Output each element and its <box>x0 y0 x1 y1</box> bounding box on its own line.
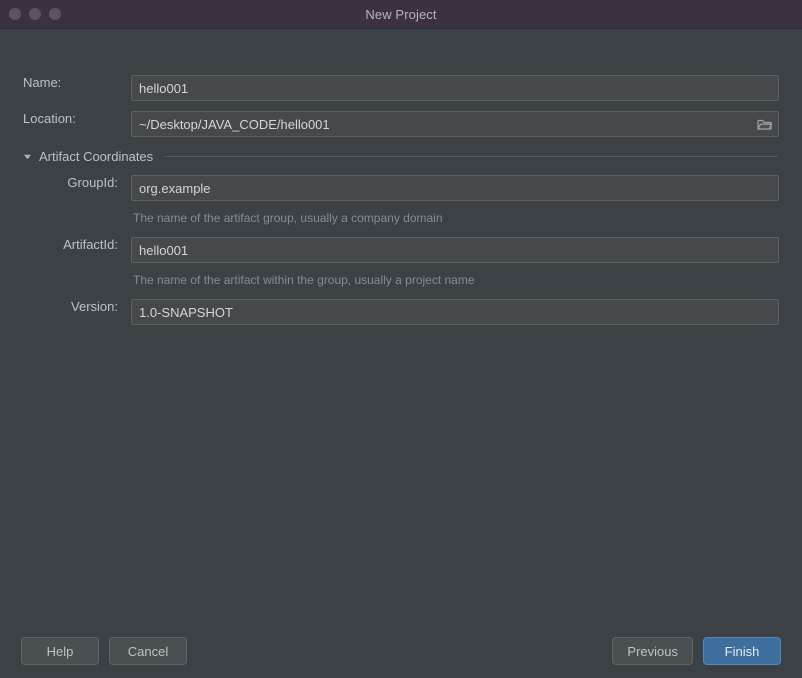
browse-folder-button[interactable] <box>750 112 778 136</box>
help-button[interactable]: Help <box>21 637 99 665</box>
location-label: Location: <box>23 111 76 126</box>
close-button[interactable] <box>9 8 21 20</box>
chevron-down-icon <box>23 154 32 159</box>
dialog-content: Name: Location: Artifact Coordinates <box>0 29 802 624</box>
name-row: Name: <box>23 75 123 90</box>
maximize-button[interactable] <box>49 8 61 20</box>
artifact-coordinates-section-header[interactable]: Artifact Coordinates <box>23 148 778 164</box>
name-label: Name: <box>23 75 62 90</box>
dialog-footer: Help Cancel Previous Finish <box>0 624 802 678</box>
group-id-row: GroupId: <box>18 175 118 190</box>
artifact-id-label: ArtifactId: <box>63 237 118 252</box>
version-input[interactable] <box>131 299 779 325</box>
group-id-input[interactable] <box>131 175 779 201</box>
artifact-id-row: ArtifactId: <box>18 237 118 252</box>
finish-button[interactable]: Finish <box>703 637 781 665</box>
window-controls <box>0 8 61 20</box>
footer-left-buttons: Help Cancel <box>21 637 187 665</box>
version-label: Version: <box>71 299 118 314</box>
folder-icon <box>756 119 772 130</box>
artifact-coordinates-label: Artifact Coordinates <box>39 148 154 164</box>
new-project-dialog: New Project Name: Location: Ar <box>0 0 802 678</box>
version-row: Version: <box>18 299 118 314</box>
group-id-hint: The name of the artifact group, usually … <box>133 211 443 225</box>
artifact-id-input[interactable] <box>131 237 779 263</box>
location-input[interactable] <box>131 111 779 137</box>
previous-button[interactable]: Previous <box>612 637 693 665</box>
location-row: Location: <box>23 111 123 126</box>
location-input-wrap <box>131 111 779 137</box>
footer-right-buttons: Previous Finish <box>612 637 781 665</box>
cancel-button[interactable]: Cancel <box>109 637 187 665</box>
artifact-id-hint: The name of the artifact within the grou… <box>133 273 475 287</box>
section-divider <box>165 155 778 157</box>
minimize-button[interactable] <box>29 8 41 20</box>
window-title: New Project <box>365 6 437 22</box>
group-id-label: GroupId: <box>67 175 118 190</box>
name-input[interactable] <box>131 75 779 101</box>
title-bar: New Project <box>0 0 802 29</box>
